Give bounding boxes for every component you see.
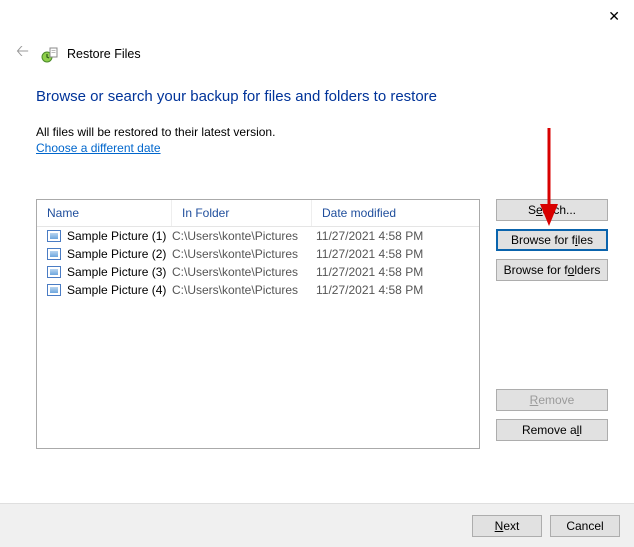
browse-folders-button[interactable]: Browse for folders bbox=[496, 259, 608, 281]
cancel-button[interactable]: Cancel bbox=[550, 515, 620, 537]
footer: Next Cancel bbox=[0, 503, 634, 547]
cell-date: 11/27/2021 4:58 PM bbox=[312, 229, 479, 243]
choose-date-link[interactable]: Choose a different date bbox=[36, 141, 161, 155]
browse-files-button[interactable]: Browse for files bbox=[496, 229, 608, 251]
cell-name: Sample Picture (3) bbox=[37, 265, 172, 279]
restore-files-icon bbox=[41, 45, 59, 63]
cell-date: 11/27/2021 4:58 PM bbox=[312, 283, 479, 297]
search-button[interactable]: Search... bbox=[496, 199, 608, 221]
table-row[interactable]: Sample Picture (3)C:\Users\konte\Picture… bbox=[37, 263, 479, 281]
image-file-icon bbox=[47, 248, 61, 260]
column-name[interactable]: Name bbox=[37, 200, 172, 226]
subtext: All files will be restored to their late… bbox=[36, 125, 608, 139]
window-title: Restore Files bbox=[67, 47, 141, 61]
table-row[interactable]: Sample Picture (2)C:\Users\konte\Picture… bbox=[37, 245, 479, 263]
cell-name: Sample Picture (1) bbox=[37, 229, 172, 243]
file-list-header: Name In Folder Date modified bbox=[37, 200, 479, 227]
cell-folder: C:\Users\konte\Pictures bbox=[172, 229, 312, 243]
cell-name: Sample Picture (2) bbox=[37, 247, 172, 261]
cell-name: Sample Picture (4) bbox=[37, 283, 172, 297]
cell-date: 11/27/2021 4:58 PM bbox=[312, 265, 479, 279]
back-arrow-icon[interactable]: 🡠 bbox=[12, 40, 33, 67]
cell-folder: C:\Users\konte\Pictures bbox=[172, 265, 312, 279]
remove-button: Remove bbox=[496, 389, 608, 411]
remove-all-button[interactable]: Remove all bbox=[496, 419, 608, 441]
table-row[interactable]: Sample Picture (1)C:\Users\konte\Picture… bbox=[37, 227, 479, 245]
close-icon[interactable]: ✕ bbox=[608, 8, 620, 25]
next-button[interactable]: Next bbox=[472, 515, 542, 537]
cell-folder: C:\Users\konte\Pictures bbox=[172, 247, 312, 261]
image-file-icon bbox=[47, 230, 61, 242]
cell-folder: C:\Users\konte\Pictures bbox=[172, 283, 312, 297]
image-file-icon bbox=[47, 284, 61, 296]
table-row[interactable]: Sample Picture (4)C:\Users\konte\Picture… bbox=[37, 281, 479, 299]
cell-date: 11/27/2021 4:58 PM bbox=[312, 247, 479, 261]
column-date[interactable]: Date modified bbox=[312, 200, 479, 226]
file-list[interactable]: Name In Folder Date modified Sample Pict… bbox=[36, 199, 480, 449]
image-file-icon bbox=[47, 266, 61, 278]
page-heading: Browse or search your backup for files a… bbox=[36, 88, 608, 105]
column-folder[interactable]: In Folder bbox=[172, 200, 312, 226]
